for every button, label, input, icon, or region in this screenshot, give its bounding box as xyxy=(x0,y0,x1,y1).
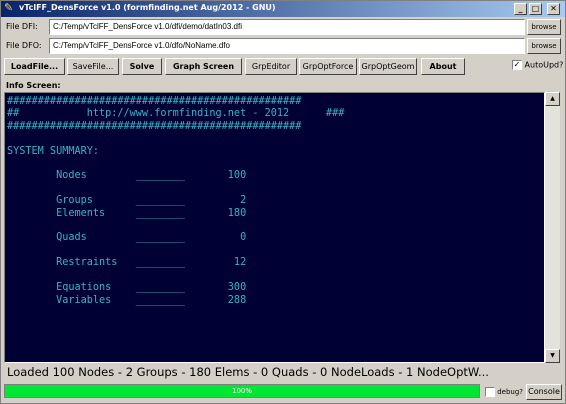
save-file-button[interactable]: SaveFile... xyxy=(67,58,119,75)
feather-icon: ✎ xyxy=(4,1,14,14)
main-window: ✎ vTclFF_DensForce v1.0 (formfinding.net… xyxy=(0,0,566,404)
console-text: ########################################… xyxy=(7,96,345,306)
info-screen-label: Info Screen: xyxy=(6,81,61,90)
dfi-browse-button[interactable]: browse xyxy=(527,19,561,35)
grp-opt-force-button[interactable]: GrpOptForce xyxy=(299,58,357,75)
console-button[interactable]: Console xyxy=(526,384,562,400)
close-button[interactable]: ✕ xyxy=(547,3,560,15)
progress-bar: 100% xyxy=(4,384,480,398)
dfi-path-input[interactable]: C:/Temp/vTclFF_DensForce v1.0/dfi/demo/d… xyxy=(49,19,525,35)
load-file-button[interactable]: LoadFile... xyxy=(4,58,65,75)
grp-opt-geom-button[interactable]: GrpOptGeom xyxy=(359,58,417,75)
debug-check-icon[interactable] xyxy=(485,387,495,397)
dfo-path-input[interactable]: C:/Temp/vTclFF_DensForce v1.0/dfo/NoName… xyxy=(49,38,525,54)
autoupd-checkbox[interactable]: ✓ AutoUpd? xyxy=(512,60,563,70)
scroll-up-icon[interactable]: ▲ xyxy=(545,92,560,106)
graph-screen-button[interactable]: Graph Screen xyxy=(165,58,242,75)
dfi-label: File DFI: xyxy=(6,22,38,31)
about-button[interactable]: About xyxy=(421,58,465,75)
grp-editor-button[interactable]: GrpEditor xyxy=(245,58,297,75)
progress-label: 100% xyxy=(231,387,252,395)
debug-checkbox[interactable]: debug? xyxy=(485,387,523,397)
debug-label: debug? xyxy=(497,388,524,396)
autoupd-label: AutoUpd? xyxy=(524,60,564,70)
minimize-button[interactable]: _ xyxy=(514,3,527,15)
vertical-scrollbar[interactable]: ▲ ▼ xyxy=(545,92,560,363)
dfo-label: File DFO: xyxy=(6,41,42,50)
title-bar[interactable]: ✎ vTclFF_DensForce v1.0 (formfinding.net… xyxy=(1,1,565,17)
autoupd-check-icon[interactable]: ✓ xyxy=(512,60,522,70)
window-title: vTclFF_DensForce v1.0 (formfinding.net A… xyxy=(19,3,276,12)
solve-button[interactable]: Solve xyxy=(122,58,162,75)
dfo-browse-button[interactable]: browse xyxy=(527,38,561,54)
info-console[interactable]: ########################################… xyxy=(4,92,545,363)
maximize-button[interactable]: □ xyxy=(529,3,542,15)
status-line: Loaded 100 Nodes - 2 Groups - 180 Elems … xyxy=(7,365,489,379)
scroll-down-icon[interactable]: ▼ xyxy=(545,349,560,363)
